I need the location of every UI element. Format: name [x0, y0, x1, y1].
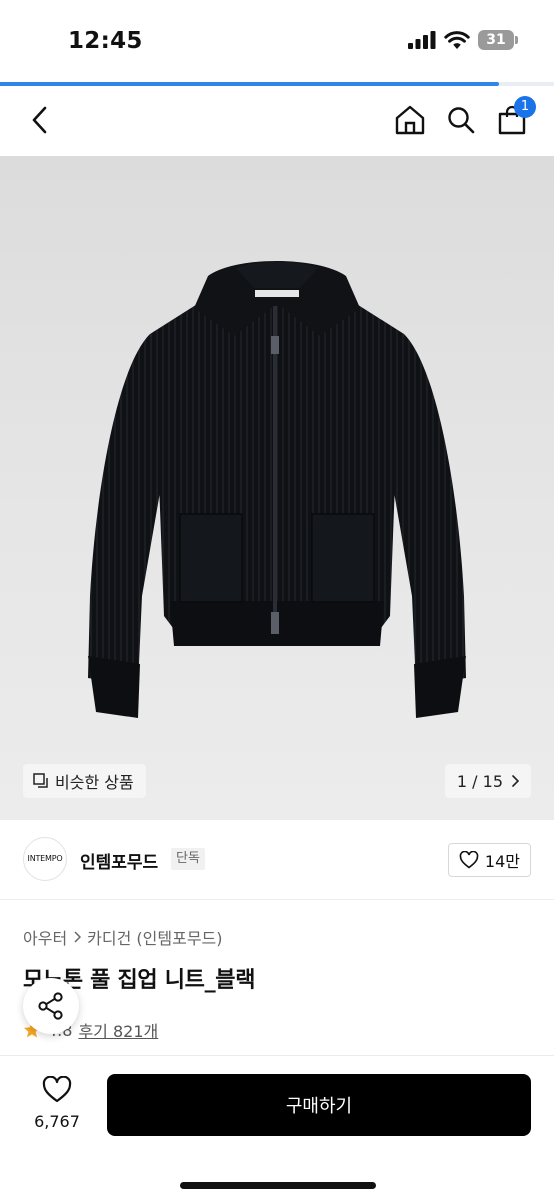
chevron-right-icon [512, 775, 519, 787]
similar-products-icon [33, 773, 48, 788]
buy-button-label: 구매하기 [285, 1096, 353, 1117]
status-icons: 31 [408, 30, 518, 50]
back-button[interactable] [20, 100, 60, 140]
breadcrumb: 아우터 카디건 (인템포무드) [23, 925, 223, 949]
status-bar: 12:45 31 [0, 0, 554, 82]
wishlist-button[interactable]: 6,767 [28, 1075, 86, 1131]
search-icon [448, 107, 475, 134]
product-image-gallery[interactable]: 비슷한 상품 1 / 15 [0, 156, 554, 820]
chevron-right-icon [74, 931, 82, 943]
similar-products-button[interactable]: 비슷한 상품 [23, 764, 146, 798]
similar-products-label: 비슷한 상품 [55, 773, 134, 792]
wifi-icon [444, 30, 470, 49]
breadcrumb-category[interactable]: 아우터 [23, 925, 67, 949]
home-button[interactable] [390, 100, 430, 140]
home-indicator [180, 1182, 376, 1189]
cart-button[interactable]: 1 [492, 96, 536, 140]
status-time: 12:45 [68, 28, 143, 54]
signal-icon [408, 31, 436, 49]
brand-logo-text: INTEMPO [27, 854, 63, 863]
heart-icon [459, 851, 479, 869]
brand-logo[interactable]: INTEMPO [23, 837, 67, 881]
heart-icon [42, 1075, 72, 1103]
wishlist-count: 6,767 [34, 1112, 80, 1131]
nav-bar: 1 [0, 86, 554, 156]
battery-level: 31 [486, 32, 506, 48]
reviews-link[interactable]: 후기 821개 [78, 1018, 158, 1042]
brand-like-button[interactable]: 14만 [447, 843, 531, 877]
bottom-action-bar: 6,767 구매하기 [0, 1055, 554, 1200]
product-image [88, 261, 466, 718]
brand-row: INTEMPO 인템포무드 단독 14만 [0, 820, 554, 900]
image-pager-count: 1 / 15 [456, 771, 503, 791]
buy-button[interactable]: 구매하기 [107, 1074, 531, 1136]
share-icon [38, 992, 63, 1020]
brand-name[interactable]: 인템포무드 [80, 848, 158, 873]
search-button[interactable] [441, 100, 481, 140]
chevron-left-icon [32, 106, 47, 134]
breadcrumb-subcategory[interactable]: 카디건 (인템포무드) [87, 925, 222, 949]
exclusive-badge: 단독 [171, 848, 205, 870]
share-button[interactable] [23, 978, 79, 1034]
battery-icon: 31 [478, 30, 518, 50]
cart-count-badge: 1 [514, 96, 536, 118]
brand-like-count: 14만 [484, 852, 520, 871]
home-icon [395, 105, 425, 135]
image-pager-button[interactable]: 1 / 15 [444, 764, 531, 798]
